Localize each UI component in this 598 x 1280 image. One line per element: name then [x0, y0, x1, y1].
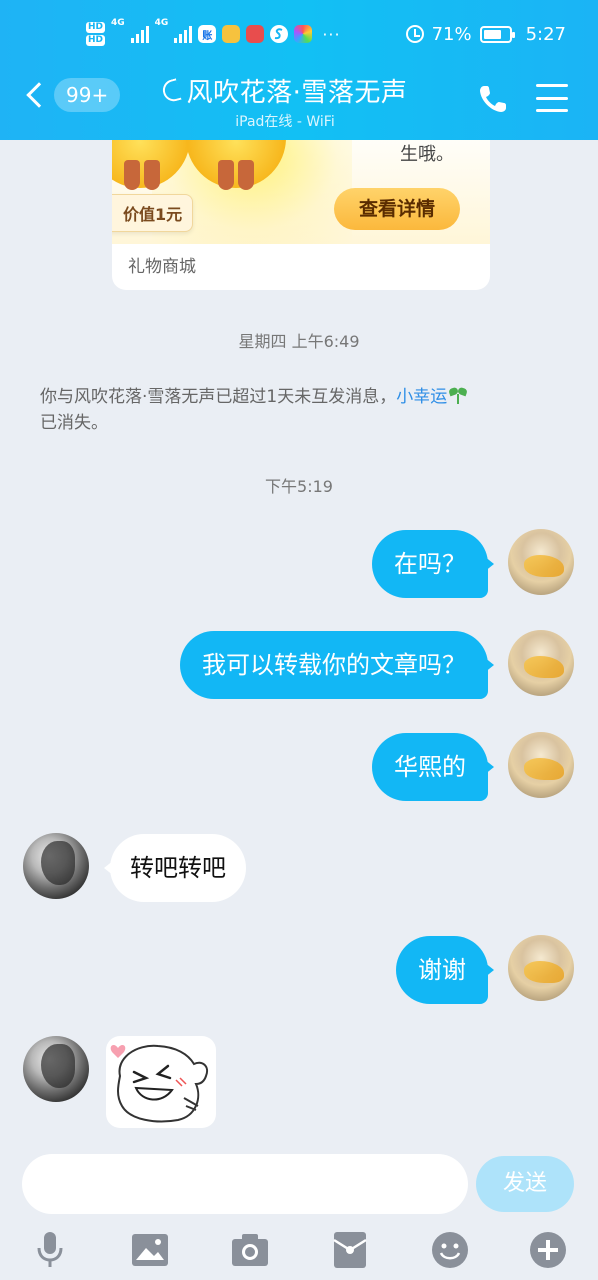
app-notification-icon	[270, 25, 289, 43]
message-bubble-outgoing[interactable]: 华熙的	[372, 733, 494, 801]
app-notification-icon	[222, 25, 241, 43]
message-bubble-outgoing[interactable]: 谢谢	[396, 936, 494, 1004]
back-button[interactable]: 99+	[22, 78, 121, 112]
timestamp: 星期四 上午6:49	[238, 332, 360, 351]
gift-price-tag: 价值1元	[112, 194, 194, 232]
sticker-message[interactable]	[106, 1036, 216, 1128]
message-bubble-incoming[interactable]: 转吧转吧	[104, 834, 246, 902]
chat-title: 风吹花落·雪落无声	[186, 78, 408, 108]
hd-badge-1: HD	[86, 22, 106, 33]
battery-icon	[479, 25, 515, 43]
app-notification-icon: 账	[198, 25, 217, 43]
online-status: iPad在线 - WiFi	[235, 114, 335, 130]
status-bar: HD HD 4G 4G 账 ··· 71% 5:27	[0, 14, 598, 54]
gift-description: 生哦。	[400, 144, 454, 165]
unread-count-badge: 99+	[54, 78, 121, 112]
contact-avatar[interactable]	[23, 1036, 89, 1102]
contact-avatar[interactable]	[23, 833, 89, 899]
red-packet-icon[interactable]	[330, 1230, 370, 1270]
emoji-icon[interactable]	[430, 1230, 470, 1270]
network-type-1: 4G	[111, 18, 125, 28]
gift-image: 价值1元 生哦。 查看详情	[112, 140, 490, 244]
signal-icon-2	[174, 25, 193, 43]
mic-icon[interactable]	[30, 1230, 70, 1270]
gift-card-source: 礼物商城	[128, 257, 196, 277]
battery-percent: 71%	[431, 23, 472, 45]
hd-badge-2: HD	[86, 35, 106, 46]
status-time: 5:27	[525, 23, 566, 45]
composer: 发送	[0, 1150, 598, 1280]
message-bubble-outgoing[interactable]: 我可以转载你的文章吗？	[180, 631, 494, 699]
camera-icon[interactable]	[230, 1230, 270, 1270]
menu-icon[interactable]	[536, 84, 568, 112]
system-notice: 你与风吹花落·雪落无声已超过1天未互发消息，小幸运 已消失。	[40, 384, 550, 436]
signal-icon-1	[130, 25, 149, 43]
app-notification-icon	[246, 25, 265, 43]
send-button[interactable]: 发送	[476, 1156, 574, 1212]
message-input[interactable]	[22, 1154, 468, 1214]
title-bar: 99+ 风吹花落·雪落无声 iPad在线 - WiFi	[0, 60, 598, 140]
view-details-button[interactable]: 查看详情	[334, 188, 460, 230]
chat-header: HD HD 4G 4G 账 ··· 71% 5:27 99+ 风吹花落·雪落无声…	[0, 0, 598, 140]
laughing-face-sticker	[110, 1044, 208, 1123]
self-avatar[interactable]	[508, 935, 574, 1001]
phone-icon[interactable]	[476, 82, 510, 116]
alarm-icon	[405, 25, 424, 43]
self-avatar[interactable]	[508, 529, 574, 595]
ear-icon	[160, 77, 182, 104]
network-type-2: 4G	[154, 18, 169, 28]
system-notice-text: 你与风吹花落·雪落无声已超过1天未互发消息，	[40, 387, 397, 407]
system-notice-text: 已消失。	[40, 413, 108, 433]
chat-title-block[interactable]: 风吹花落·雪落无声 iPad在线 - WiFi	[150, 72, 420, 131]
gift-card[interactable]: 价值1元 生哦。 查看详情 礼物商城	[112, 140, 490, 290]
more-notifications-icon: ···	[322, 24, 341, 44]
plus-icon[interactable]	[528, 1230, 568, 1270]
chevron-left-icon	[26, 82, 52, 108]
composer-toolbar	[0, 1222, 598, 1280]
timestamp: 下午5:19	[265, 477, 333, 496]
self-avatar[interactable]	[508, 732, 574, 798]
lucky-link[interactable]: 小幸运	[396, 387, 447, 407]
self-avatar[interactable]	[508, 630, 574, 696]
image-icon[interactable]	[130, 1230, 170, 1270]
app-notification-icon	[294, 25, 313, 43]
message-list[interactable]: 价值1元 生哦。 查看详情 礼物商城 星期四 上午6:49 你与风吹花落·雪落无…	[0, 140, 598, 1150]
message-bubble-outgoing[interactable]: 在吗？	[372, 530, 494, 598]
sprout-icon	[448, 386, 469, 404]
